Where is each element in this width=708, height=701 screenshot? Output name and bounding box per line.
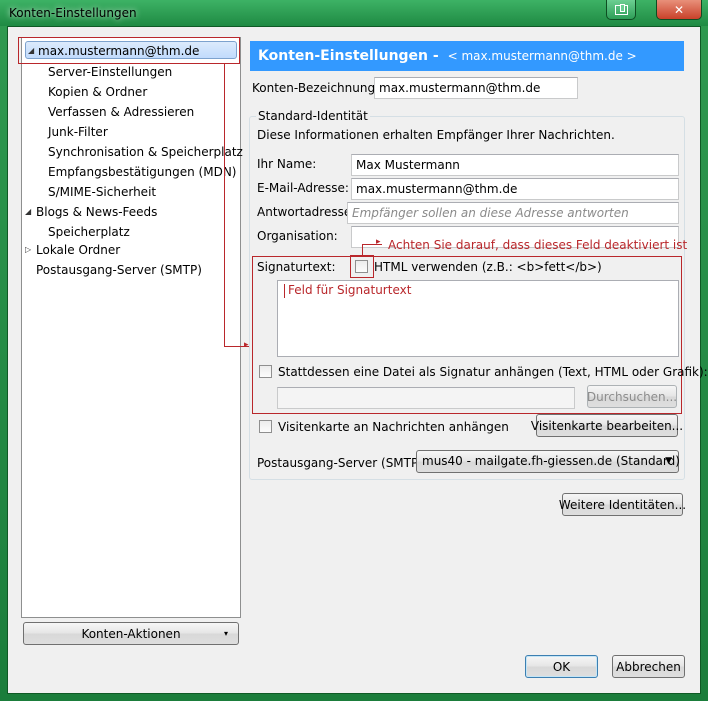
tree-item-label: Postausgang-Server (SMTP) (36, 263, 202, 277)
dropdown-arrow-icon: ▾ (223, 629, 228, 638)
tree-item-storage[interactable]: Speicherplatz (48, 223, 130, 241)
signature-file-path-field[interactable] (277, 387, 575, 409)
account-name-field[interactable]: max.mustermann@thm.de (374, 77, 578, 99)
help-button[interactable] (606, 0, 636, 20)
title-bar: Konten-Einstellungen ✕ (0, 0, 708, 26)
tree-item-label: Junk-Filter (48, 125, 108, 139)
tree-item-label: Empfangsbestätigungen (MDN) (48, 165, 237, 179)
tree-item-label: Synchronisation & Speicherplatz (48, 145, 243, 159)
tree-item-copies-folders[interactable]: Kopien & Ordner (48, 83, 147, 101)
signature-textarea[interactable]: Feld für Signaturtext (277, 280, 679, 357)
tree-item-label: Speicherplatz (48, 225, 130, 239)
signature-label: Signaturtext: (257, 260, 336, 274)
tree-item-label: S/MIME-Sicherheit (48, 185, 157, 199)
smtp-server-select[interactable]: mus40 - mailgate.fh-giessen.de (Standard… (416, 450, 680, 473)
account-actions-button[interactable]: Konten-Aktionen ▾ (23, 622, 239, 645)
button-label: Durchsuchen... (586, 389, 678, 404)
window-title: Konten-Einstellungen (9, 6, 137, 20)
button-label: Visitenkarte bearbeiten... (530, 418, 684, 433)
annotation-connector (224, 64, 225, 347)
annotation-arrowhead: ▸ (244, 340, 249, 350)
button-label: Konten-Aktionen (81, 626, 181, 641)
tree-item-server-settings[interactable]: Server-Einstellungen (48, 63, 172, 81)
identity-description: Diese Informationen erhalten Empfänger I… (257, 128, 615, 142)
annotation-html-warning: Achten Sie darauf, dass dieses Feld deak… (388, 238, 688, 252)
tree-item-label: Verfassen & Adressieren (48, 105, 195, 119)
annotation-signature-field: Feld für Signaturtext (288, 283, 412, 297)
tree-item-smime[interactable]: S/MIME-Sicherheit (48, 183, 156, 201)
tree-item-label: Server-Einstellungen (48, 65, 173, 79)
tree-item-junk[interactable]: Junk-Filter (48, 123, 108, 141)
collapsed-triangle-icon: ▷ (25, 245, 32, 254)
smtp-selected-value: mus40 - mailgate.fh-giessen.de (Standard… (422, 454, 680, 468)
tree-item-mdn[interactable]: Empfangsbestätigungen (MDN) (48, 163, 236, 181)
name-field[interactable]: Max Mustermann (351, 154, 679, 176)
expanded-triangle-icon: ◢ (25, 207, 32, 216)
page-title-text: Konten-Einstellungen (258, 48, 429, 64)
annotation-connector (362, 244, 363, 255)
more-identities-button[interactable]: Weitere Identitäten... (558, 493, 687, 516)
annotation-highlight-account (18, 37, 240, 64)
tree-item-label: Kopien & Ordner (48, 85, 148, 99)
identity-group-title: Standard-Identität (256, 109, 370, 123)
page-title: Konten-Einstellungen - < max.mustermann@… (250, 41, 684, 71)
organisation-label: Organisation: (257, 229, 338, 243)
ok-button[interactable]: OK (525, 655, 598, 678)
close-icon: ✕ (673, 2, 685, 17)
annotation-marker (284, 284, 285, 298)
vcard-checkbox[interactable] (259, 420, 272, 433)
dropdown-arrow-icon: ▼ (665, 456, 672, 466)
page-subtitle: < max.mustermann@thm.de > (447, 49, 637, 63)
help-icon (614, 3, 628, 15)
tree-item-label: Lokale Ordner (36, 243, 121, 257)
vcard-label: Visitenkarte an Nachrichten anhängen (278, 420, 509, 434)
email-field[interactable]: max.mustermann@thm.de (351, 178, 679, 200)
button-label: OK (552, 659, 571, 674)
account-name-label: Konten-Bezeichnung: (252, 81, 380, 95)
reply-to-field[interactable]: Empfänger sollen an diese Adresse antwor… (347, 202, 679, 224)
attach-file-checkbox[interactable] (259, 365, 272, 378)
button-label: Abbrechen (616, 659, 681, 674)
html-checkbox-label: HTML verwenden (z.B.: <b>fett</b>) (374, 260, 602, 274)
name-label: Ihr Name: (257, 157, 317, 171)
close-button[interactable]: ✕ (656, 0, 702, 20)
tree-item-composition[interactable]: Verfassen & Adressieren (48, 103, 194, 121)
attach-file-label: Stattdessen eine Datei als Signatur anhä… (278, 365, 708, 379)
button-label: Weitere Identitäten... (558, 497, 687, 512)
smtp-label: Postausgang-Server (SMTP): (257, 456, 427, 470)
tree-item-sync[interactable]: Synchronisation & Speicherplatz (48, 143, 243, 161)
browse-button[interactable]: Durchsuchen... (587, 385, 677, 408)
html-checkbox[interactable] (355, 260, 368, 273)
email-label: E-Mail-Adresse: (257, 181, 349, 195)
reply-to-label: Antwortadresse: (257, 205, 356, 219)
annotation-arrowhead: ▸ (376, 237, 381, 247)
tree-item-label: Blogs & News-Feeds (36, 205, 158, 219)
edit-vcard-button[interactable]: Visitenkarte bearbeiten... (531, 414, 683, 437)
cancel-button[interactable]: Abbrechen (612, 655, 685, 678)
tree-item-smtp[interactable]: Postausgang-Server (SMTP) (36, 261, 202, 279)
